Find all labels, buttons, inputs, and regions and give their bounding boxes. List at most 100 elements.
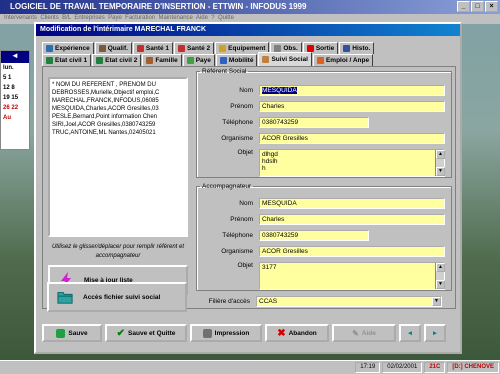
calendar-day-header: lun.: [3, 65, 14, 71]
tel-label: Téléphone: [222, 119, 253, 126]
calendar-row[interactable]: 5 1: [1, 73, 29, 83]
tab-qualif[interactable]: Qualif.: [94, 42, 132, 54]
org-label: Organisme: [221, 248, 253, 255]
list-item[interactable]: MESQUIDA,Charles,ACOR Gresilles,03: [52, 105, 184, 113]
window-controls: _ □ ×: [457, 1, 498, 12]
menu-item[interactable]: Aide: [196, 15, 208, 21]
scroll-down-icon[interactable]: ▼: [436, 167, 445, 176]
suivi-social-panel: * NOM DU REFERENT , PRENOM DU DEBROSSES,…: [42, 66, 456, 309]
book-icon: [46, 45, 53, 52]
status-drive: [D:] CHENOVE: [447, 362, 499, 373]
help-button[interactable]: ✎ Aide: [332, 324, 396, 342]
tab-paye[interactable]: Paye: [182, 54, 215, 66]
background-title: LOGICIEL DE TRAVAIL TEMPORAIRE D'INSERTI…: [10, 2, 307, 11]
accomp-prenom-field[interactable]: Charles: [259, 214, 445, 225]
referent-tel-field[interactable]: 0380743259: [259, 117, 369, 128]
tab-mobilite[interactable]: Mobilité: [215, 54, 258, 66]
referent-nom-row: Nom MESQUIDA: [197, 85, 445, 96]
action-bar: Sauve ✔ Sauve et Quitte Impression ✖ Aband…: [42, 324, 456, 346]
menu-item[interactable]: Maintenance: [159, 15, 193, 21]
objet-label: Objet: [237, 262, 253, 269]
accomp-objet-row: Objet 3177 ▲ ▼: [197, 262, 445, 290]
access-social-file-button[interactable]: Accès fichier suivi social: [47, 282, 187, 312]
close-icon[interactable]: ×: [485, 1, 498, 12]
accomp-objet-memo[interactable]: 3177 ▲ ▼: [259, 262, 445, 290]
prenom-label: Prénom: [230, 103, 253, 110]
tab-histo[interactable]: Histo.: [339, 42, 375, 54]
list-item[interactable]: MARECHAL,FRANCK,INFODUS,06085: [52, 97, 184, 105]
list-item[interactable]: SIRI,Joel,ACOR Gresilles,0380743259: [52, 121, 184, 129]
maximize-icon[interactable]: □: [471, 1, 484, 12]
save-button[interactable]: Sauve: [42, 324, 102, 342]
scroll-down-icon[interactable]: ▼: [436, 280, 445, 289]
arrow-left-icon: ◄: [406, 329, 414, 337]
job-icon: [316, 57, 324, 64]
list-item[interactable]: TRUC,ANTOINE,ML Nantes,02405021: [52, 129, 184, 137]
menu-item[interactable]: Paye: [108, 15, 122, 21]
tab-experience[interactable]: Expérience: [42, 42, 94, 54]
folder-icon: [57, 292, 73, 304]
edit-temp-worker-dialog: Modification de l'intérimaire MARECHAL F…: [34, 22, 462, 354]
tab-emploi-anpe[interactable]: Emploi / Anpe: [312, 54, 374, 66]
accomp-org-field[interactable]: ACOR Gresilles: [259, 246, 445, 257]
previous-record-button[interactable]: ◄: [399, 324, 421, 342]
scroll-up-icon[interactable]: ▲: [436, 150, 445, 159]
tab-sante-2[interactable]: Santé 2: [174, 42, 215, 54]
accomp-nom-field[interactable]: MESQUIDA: [259, 198, 445, 209]
referent-prenom-field[interactable]: Charles: [259, 101, 445, 112]
referent-social-group: Référent Social Nom MESQUIDA Prénom Char…: [196, 68, 452, 178]
exit-icon: [306, 45, 314, 52]
referent-list[interactable]: * NOM DU REFERENT , PRENOM DU DEBROSSES,…: [48, 77, 188, 237]
referent-org-field[interactable]: ACOR Gresilles: [259, 133, 445, 144]
health-icon: [178, 45, 186, 52]
objet-label: Objet: [237, 149, 253, 156]
filiere-row: Filière d'accès CCAS ▼: [196, 296, 442, 307]
minimize-icon[interactable]: _: [457, 1, 470, 12]
menu-item[interactable]: Clients: [40, 15, 58, 21]
tab-suivi-social[interactable]: Suivi Social: [258, 52, 312, 66]
list-item[interactable]: PESLE,Bernard,Point information Chen: [52, 113, 184, 121]
calendar-prev-icon[interactable]: ◄: [1, 51, 29, 63]
menu-item[interactable]: Facturation: [125, 15, 155, 21]
referent-nom-field[interactable]: MESQUIDA: [259, 85, 445, 96]
cancel-button[interactable]: ✖ Abandon: [265, 324, 329, 342]
accomp-tel-row: Téléphone 0380743259: [197, 230, 369, 241]
chevron-down-icon[interactable]: ▼: [432, 297, 441, 306]
list-item[interactable]: DEBROSSES,Murielle,Objectif emploi,C: [52, 89, 184, 97]
printer-icon: [202, 328, 212, 338]
scrollbar[interactable]: ▲ ▼: [435, 150, 445, 176]
scroll-up-icon[interactable]: ▲: [436, 263, 445, 272]
calendar-panel: ◄ lun. 5 1 12 8 19 15 26 22 Au: [0, 50, 30, 150]
filiere-select[interactable]: CCAS ▼: [256, 296, 442, 307]
calendar-row[interactable]: 19 15: [1, 93, 29, 103]
menu-item[interactable]: Intervenants: [4, 15, 37, 21]
calendar-row[interactable]: 26 22: [1, 103, 29, 113]
accomp-nom-row: Nom MESQUIDA: [197, 198, 445, 209]
accomp-prenom-row: Prénom Charles: [197, 214, 445, 225]
scrollbar[interactable]: ▲ ▼: [435, 263, 445, 289]
tab-etat-civil-2[interactable]: Etat civil 2: [92, 54, 142, 66]
next-record-button[interactable]: ►: [424, 324, 446, 342]
helmet-icon: [219, 45, 227, 52]
tab-famille[interactable]: Famille: [142, 54, 182, 66]
tab-etat-civil-1[interactable]: Etat civil 1: [42, 54, 92, 66]
tools-icon: [98, 45, 106, 52]
accomp-legend: Accompagnateur: [202, 183, 252, 190]
menu-item[interactable]: ?: [211, 15, 214, 21]
referent-objet-memo[interactable]: dlhgd hdslh h ▲ ▼: [259, 149, 445, 177]
nom-label: Nom: [239, 200, 253, 207]
menu-item[interactable]: B/L: [62, 15, 71, 21]
calendar-row[interactable]: 12 8: [1, 83, 29, 93]
menu-item[interactable]: Quitte: [218, 15, 234, 21]
drag-drop-hint: Utilisez le glisser/déplacer pour rempli…: [51, 244, 185, 259]
menu-item[interactable]: Entreprises: [74, 15, 104, 21]
accomp-tel-field[interactable]: 0380743259: [259, 230, 369, 241]
refresh-icon: [56, 328, 66, 338]
status-bar: 17:19 02/02/2001 21C [D:] CHENOVE: [0, 360, 500, 374]
note-icon: [274, 45, 282, 52]
arrow-right-icon: ►: [431, 329, 439, 337]
print-button[interactable]: Impression: [190, 324, 262, 342]
save-quit-button[interactable]: ✔ Sauve et Quitte: [105, 324, 187, 342]
list-item[interactable]: * NOM DU REFERENT , PRENOM DU: [52, 81, 184, 89]
tab-sante-1[interactable]: Santé 1: [132, 42, 174, 54]
